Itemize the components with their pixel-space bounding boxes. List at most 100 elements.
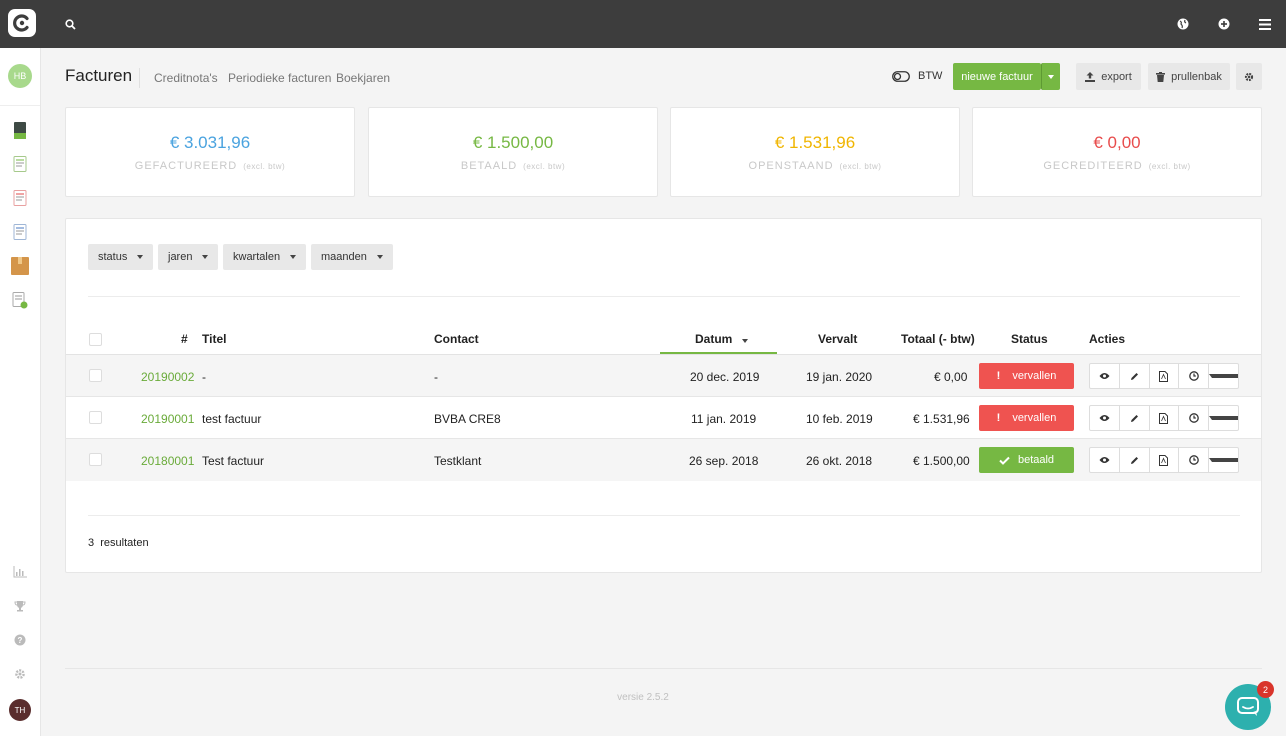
book-icon xyxy=(14,121,26,139)
filter-jaren[interactable]: jaren xyxy=(158,244,219,270)
column-header-date[interactable]: Datum xyxy=(695,332,749,346)
row-checkbox[interactable] xyxy=(89,453,102,466)
btw-toggle[interactable]: BTW xyxy=(892,70,942,82)
sidebar-item-statistics[interactable] xyxy=(10,562,30,582)
footer-divider xyxy=(65,668,1262,669)
pdf-icon[interactable] xyxy=(1150,364,1180,388)
row-actions xyxy=(1089,405,1239,431)
summary-card-paid: € 1.500,00 BETAALD (excl. btw) xyxy=(368,107,658,197)
btw-toggle-label: BTW xyxy=(918,70,943,82)
chevron-down-icon xyxy=(1048,74,1054,79)
invoice-contact: Testklant xyxy=(434,454,482,468)
clock-icon[interactable] xyxy=(1179,448,1210,472)
sidebar-item-help[interactable]: ? xyxy=(10,630,30,650)
view-icon[interactable] xyxy=(1090,364,1120,388)
header-divider xyxy=(139,68,140,88)
column-header-number[interactable]: # xyxy=(181,332,188,346)
invoice-total: € 0,00 xyxy=(934,370,968,384)
invoice-number-link[interactable]: 20190002 xyxy=(141,370,194,384)
more-dropdown[interactable] xyxy=(1209,364,1238,388)
row-checkbox[interactable] xyxy=(89,411,102,424)
edit-icon[interactable] xyxy=(1120,448,1150,472)
sidebar-item-purchases[interactable] xyxy=(10,222,30,242)
summary-card-invoiced: € 3.031,96 GEFACTUREERD (excl. btw) xyxy=(65,107,355,197)
tab-creditnotas[interactable]: Creditnota's xyxy=(154,71,218,85)
status-badge[interactable]: betaald xyxy=(979,447,1074,473)
edit-icon[interactable] xyxy=(1120,364,1150,388)
page-title: Facturen xyxy=(65,66,133,85)
sidebar-item-achievements[interactable] xyxy=(10,596,30,616)
sidebar-item-dashboard[interactable] xyxy=(10,120,30,140)
tab-periodieke-facturen[interactable]: Periodieke facturen xyxy=(228,71,331,85)
filter-maanden[interactable]: maanden xyxy=(311,244,393,270)
row-actions xyxy=(1089,447,1239,473)
divider xyxy=(88,296,1240,297)
pdf-icon[interactable] xyxy=(1150,406,1180,430)
new-invoice-dropdown[interactable] xyxy=(1041,63,1060,90)
summary-amount: € 0,00 xyxy=(1093,133,1141,152)
invoice-title: Test factuur xyxy=(202,454,265,468)
invoice-due-date: 26 okt. 2018 xyxy=(806,454,873,468)
summary-label: GECREDITEERD (excl. btw) xyxy=(1043,160,1191,172)
export-label: export xyxy=(1101,70,1132,83)
select-all-checkbox[interactable] xyxy=(89,333,102,346)
invoice-number-link[interactable]: 20180001 xyxy=(141,454,194,468)
view-icon[interactable] xyxy=(1090,448,1120,472)
tab-boekjaren[interactable]: Boekjaren xyxy=(336,71,390,85)
app-logo[interactable] xyxy=(8,9,36,37)
column-header-actions: Acties xyxy=(1089,332,1126,346)
sidebar-item-products[interactable] xyxy=(10,256,30,276)
more-dropdown[interactable] xyxy=(1209,406,1238,430)
globe-icon[interactable] xyxy=(1173,14,1193,34)
filter-kwartalen[interactable]: kwartalen xyxy=(223,244,307,270)
pdf-icon[interactable] xyxy=(1150,448,1180,472)
invoice-total: € 1.500,00 xyxy=(913,454,970,468)
box-icon xyxy=(11,257,29,275)
document-red-icon xyxy=(13,190,27,206)
search-icon[interactable] xyxy=(60,14,80,34)
more-dropdown[interactable] xyxy=(1209,448,1238,472)
status-badge[interactable]: ! vervallen xyxy=(979,363,1074,389)
export-button[interactable]: export xyxy=(1076,63,1141,90)
invoice-due-date: 19 jan. 2020 xyxy=(806,370,873,384)
row-actions xyxy=(1089,363,1239,389)
invoice-date: 11 jan. 2019 xyxy=(691,412,757,426)
clock-icon[interactable] xyxy=(1179,364,1210,388)
logo-icon xyxy=(13,14,29,32)
column-header-status[interactable]: Status xyxy=(1011,332,1048,346)
new-invoice-button[interactable]: nieuwe factuur xyxy=(953,63,1041,90)
chevron-down-icon xyxy=(1209,374,1238,378)
column-header-total[interactable]: Totaal (- btw) xyxy=(901,332,975,346)
table-row[interactable] xyxy=(66,355,1261,397)
sidebar-item-invoices[interactable] xyxy=(10,188,30,208)
view-icon[interactable] xyxy=(1090,406,1120,430)
status-badge[interactable]: ! vervallen xyxy=(979,405,1074,431)
column-header-contact[interactable]: Contact xyxy=(434,332,479,346)
user-avatar[interactable]: HB xyxy=(8,64,32,88)
invoice-number-link[interactable]: 20190001 xyxy=(141,412,194,426)
trash-button[interactable]: prullenbak xyxy=(1148,63,1230,90)
menu-icon[interactable] xyxy=(1255,14,1275,34)
settings-button[interactable] xyxy=(1236,63,1262,90)
results-count: 3 resultaten xyxy=(88,537,149,549)
row-checkbox[interactable] xyxy=(89,369,102,382)
filter-status[interactable]: status xyxy=(88,244,154,270)
chevron-down-icon xyxy=(137,255,144,259)
sidebar-divider xyxy=(0,105,40,106)
column-header-due[interactable]: Vervalt xyxy=(818,332,857,346)
chevron-down-icon xyxy=(290,255,297,259)
gear-icon xyxy=(15,669,25,679)
add-circle-icon[interactable] xyxy=(1214,14,1234,34)
column-header-title[interactable]: Titel xyxy=(202,332,226,346)
edit-icon[interactable] xyxy=(1120,406,1150,430)
sidebar-item-quotes[interactable] xyxy=(10,154,30,174)
summary-card-credited: € 0,00 GECREDITEERD (excl. btw) xyxy=(972,107,1262,197)
clock-icon[interactable] xyxy=(1179,406,1210,430)
chevron-down-icon xyxy=(202,255,209,259)
invoice-contact: BVBA CRE8 xyxy=(434,412,501,426)
chevron-down-icon xyxy=(1209,458,1238,462)
summary-amount: € 3.031,96 xyxy=(169,133,251,152)
alert-icon: ! xyxy=(996,412,1001,424)
sidebar-item-settings[interactable] xyxy=(10,664,30,684)
sidebar-item-reports[interactable] xyxy=(10,290,30,310)
